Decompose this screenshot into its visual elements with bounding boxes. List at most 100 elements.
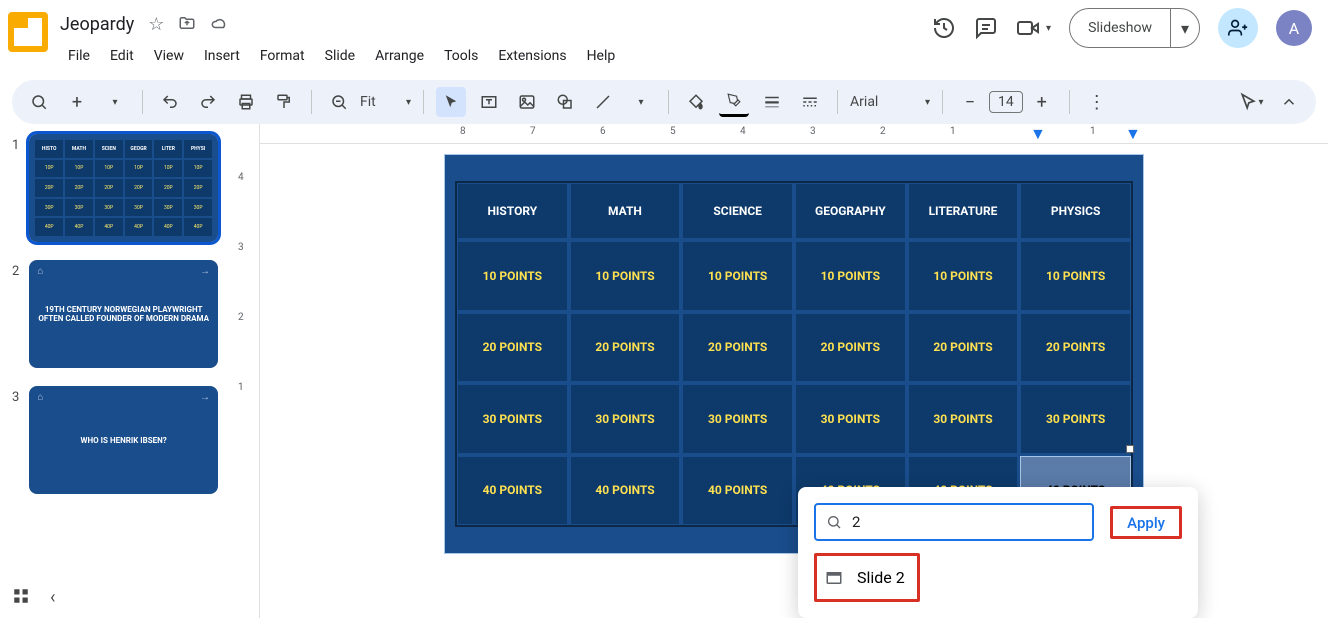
home-icon: ⌂ <box>37 392 43 403</box>
category-cell[interactable]: SCIENCE <box>682 183 793 239</box>
line-button[interactable] <box>588 87 618 117</box>
points-cell[interactable]: 40 POINTS <box>682 456 793 526</box>
zoom-icon[interactable] <box>324 87 354 117</box>
new-slide-dropdown-icon[interactable]: ▾ <box>100 87 130 117</box>
comment-icon[interactable] <box>974 16 998 40</box>
menu-arrange[interactable]: Arrange <box>367 44 432 68</box>
points-cell[interactable]: 30 POINTS <box>1020 384 1131 454</box>
border-color-button[interactable] <box>719 87 749 117</box>
textbox-button[interactable] <box>474 87 504 117</box>
points-cell[interactable]: 40 POINTS <box>570 456 681 526</box>
points-cell[interactable]: 10 POINTS <box>795 241 906 311</box>
slide-panel: 1 HISTOMATHSCIENGEOGRLITERPHYSI10P10P10P… <box>0 124 230 618</box>
thumb-number: 3 <box>12 390 19 405</box>
collapse-toolbar-icon[interactable] <box>1274 87 1304 117</box>
points-cell[interactable]: 30 POINTS <box>570 384 681 454</box>
points-cell[interactable]: 20 POINTS <box>908 313 1019 383</box>
category-cell[interactable]: HISTORY <box>457 183 568 239</box>
points-cell[interactable]: 30 POINTS <box>795 384 906 454</box>
move-folder-icon[interactable] <box>178 14 196 35</box>
apply-button[interactable]: Apply <box>1119 508 1173 538</box>
jeopardy-board: HISTORYMATHSCIENCEGEOGRAPHYLITERATUREPHY… <box>455 181 1133 527</box>
points-cell[interactable]: 30 POINTS <box>908 384 1019 454</box>
menu-bar: File Edit View Insert Format Slide Arran… <box>60 44 932 68</box>
link-result-slide-2[interactable]: Slide 2 <box>821 560 909 595</box>
app-header: Jeopardy ☆ File Edit View Insert Format … <box>0 0 1328 74</box>
new-slide-button[interactable]: + <box>62 87 92 117</box>
menu-insert[interactable]: Insert <box>196 44 248 68</box>
share-button[interactable] <box>1218 8 1258 48</box>
more-options-icon[interactable]: ⋮ <box>1082 87 1112 117</box>
meet-button[interactable]: ▾ <box>1016 16 1051 40</box>
thumb-number: 1 <box>12 138 19 153</box>
border-dash-button[interactable] <box>795 87 825 117</box>
document-title[interactable]: Jeopardy <box>60 14 134 35</box>
font-size-input[interactable]: 14 <box>989 91 1023 113</box>
paint-format-button[interactable] <box>269 87 299 117</box>
collapse-panel-icon[interactable]: ‹ <box>50 587 55 608</box>
menu-edit[interactable]: Edit <box>102 44 142 68</box>
menu-extensions[interactable]: Extensions <box>490 44 574 68</box>
fill-color-button[interactable] <box>681 87 711 117</box>
home-icon: ⌂ <box>37 266 43 277</box>
slideshow-button[interactable]: Slideshow ▾ <box>1069 8 1200 48</box>
category-cell[interactable]: LITERATURE <box>908 183 1019 239</box>
menu-slide[interactable]: Slide <box>317 44 363 68</box>
vertical-ruler: 4 3 2 1 <box>230 124 260 618</box>
toolbar: + ▾ Fit ▾ ▾ Arial ▾ − 14 + ⋮ ▾ <box>12 80 1316 124</box>
category-cell[interactable]: GEOGRAPHY <box>795 183 906 239</box>
slideshow-dropdown-icon[interactable]: ▾ <box>1170 9 1199 47</box>
history-icon[interactable] <box>932 16 956 40</box>
points-cell[interactable]: 10 POINTS <box>682 241 793 311</box>
editing-mode-button[interactable]: ▾ <box>1236 87 1266 117</box>
points-cell[interactable]: 30 POINTS <box>457 384 568 454</box>
link-popup: Apply Slide 2 <box>798 487 1198 618</box>
zoom-level[interactable]: Fit <box>360 94 400 110</box>
image-button[interactable] <box>512 87 542 117</box>
select-tool-button[interactable] <box>436 87 466 117</box>
menu-view[interactable]: View <box>146 44 192 68</box>
category-cell[interactable]: MATH <box>570 183 681 239</box>
menu-help[interactable]: Help <box>579 44 624 68</box>
grid-view-icon[interactable] <box>12 587 30 608</box>
line-dropdown-icon[interactable]: ▾ <box>626 87 656 117</box>
link-search-input[interactable] <box>852 513 1082 531</box>
search-icon <box>826 514 842 530</box>
menu-format[interactable]: Format <box>252 44 313 68</box>
points-cell[interactable]: 10 POINTS <box>1020 241 1131 311</box>
undo-button[interactable] <box>155 87 185 117</box>
points-cell[interactable]: 10 POINTS <box>457 241 568 311</box>
shape-button[interactable] <box>550 87 580 117</box>
points-cell[interactable]: 40 POINTS <box>457 456 568 526</box>
thumb-number: 2 <box>12 264 19 279</box>
menu-file[interactable]: File <box>60 44 98 68</box>
slide-thumbnail-3[interactable]: ⌂→ WHO IS HENRIK IBSEN? <box>29 386 218 494</box>
account-avatar[interactable]: A <box>1276 10 1312 46</box>
arrow-right-icon: → <box>200 392 210 403</box>
points-cell[interactable]: 10 POINTS <box>908 241 1019 311</box>
font-family-selector[interactable]: Arial ▾ <box>850 94 930 110</box>
arrow-right-icon: → <box>200 266 210 277</box>
points-cell[interactable]: 20 POINTS <box>795 313 906 383</box>
slide-thumbnail-2[interactable]: ⌂→ 19TH CENTURY NORWEGIAN PLAYWRIGHT OFT… <box>29 260 218 368</box>
redo-button[interactable] <box>193 87 223 117</box>
slides-logo-icon[interactable] <box>8 12 48 52</box>
points-cell[interactable]: 30 POINTS <box>682 384 793 454</box>
points-cell[interactable]: 20 POINTS <box>457 313 568 383</box>
points-cell[interactable]: 10 POINTS <box>570 241 681 311</box>
points-cell[interactable]: 20 POINTS <box>1020 313 1131 383</box>
search-icon[interactable] <box>24 87 54 117</box>
zoom-dropdown-icon[interactable]: ▾ <box>406 97 411 108</box>
menu-tools[interactable]: Tools <box>436 44 486 68</box>
slide-thumbnail-1[interactable]: HISTOMATHSCIENGEOGRLITERPHYSI10P10P10P10… <box>29 134 218 242</box>
border-weight-button[interactable] <box>757 87 787 117</box>
font-size-increase-button[interactable]: + <box>1027 87 1057 117</box>
points-cell[interactable]: 20 POINTS <box>682 313 793 383</box>
points-cell[interactable]: 20 POINTS <box>570 313 681 383</box>
font-size-decrease-button[interactable]: − <box>955 87 985 117</box>
print-button[interactable] <box>231 87 261 117</box>
star-icon[interactable]: ☆ <box>148 14 164 35</box>
category-cell[interactable]: PHYSICS <box>1020 183 1131 239</box>
cloud-status-icon[interactable] <box>210 14 228 35</box>
link-search-field[interactable] <box>814 503 1094 541</box>
